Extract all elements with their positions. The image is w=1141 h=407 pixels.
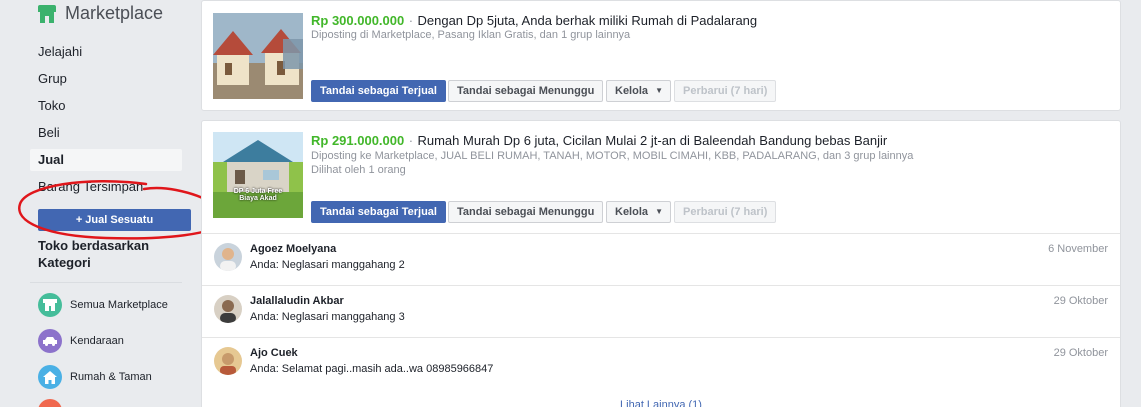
listing-views: Dilihat oleh 1 orang — [311, 164, 406, 176]
page-title: Marketplace — [65, 3, 164, 23]
message-date: 29 Oktober — [1053, 347, 1108, 359]
categories-heading: Toko berdasarkan Kategori — [38, 238, 150, 270]
message-row[interactable]: Agoez Moelyana Anda: Neglasari manggahan… — [202, 233, 1120, 285]
message-preview: Anda: Selamat pagi..masih ada..wa 089859… — [250, 363, 494, 375]
nav-item-jual[interactable]: Jual — [30, 149, 182, 171]
listing-card: DP 6 Juta Free Biaya Akad Rp 291.000.000… — [201, 120, 1121, 407]
manage-label: Kelola — [615, 206, 649, 218]
listing-card: Rp 300.000.000 · Dengan Dp 5juta, Anda b… — [201, 0, 1121, 111]
listing-thumbnail[interactable] — [213, 13, 303, 99]
avatar — [214, 295, 242, 323]
renew-button[interactable]: Perbarui (7 hari) — [674, 80, 777, 102]
nav-item-beli[interactable]: Beli — [30, 122, 182, 144]
listing-price: Rp 291.000.000 — [311, 133, 405, 148]
see-more-link[interactable]: Lihat Lainnya (1) — [202, 399, 1120, 407]
message-preview: Anda: Neglasari manggahang 3 — [250, 311, 405, 323]
manage-label: Kelola — [615, 85, 649, 97]
listing-heading: Rp 291.000.000 · Rumah Murah Dp 6 juta, … — [311, 132, 887, 150]
separator: · — [408, 13, 414, 28]
category-icon — [38, 399, 62, 407]
sender-name: Jalallaludin Akbar — [250, 295, 344, 307]
avatar — [214, 243, 242, 271]
category-kendaraan[interactable]: Kendaraan — [38, 328, 124, 354]
listing-thumbnail[interactable]: DP 6 Juta Free Biaya Akad — [213, 132, 303, 218]
message-date: 6 November — [1048, 243, 1108, 255]
mark-sold-button[interactable]: Tandai sebagai Terjual — [311, 80, 446, 102]
listing-heading: Rp 300.000.000 · Dengan Dp 5juta, Anda b… — [311, 12, 757, 30]
sidebar-divider — [30, 282, 182, 283]
mark-pending-button[interactable]: Tandai sebagai Menunggu — [448, 80, 604, 102]
message-preview: Anda: Neglasari manggahang 2 — [250, 259, 405, 271]
message-date: 29 Oktober — [1053, 295, 1108, 307]
car-icon — [38, 329, 62, 353]
category-more[interactable] — [38, 398, 70, 407]
category-label: Kendaraan — [70, 335, 124, 347]
mark-sold-button[interactable]: Tandai sebagai Terjual — [311, 201, 446, 223]
marketplace-header[interactable]: Marketplace — [38, 3, 163, 24]
separator: · — [408, 133, 414, 148]
category-label: Semua Marketplace — [70, 299, 168, 311]
manage-dropdown[interactable]: Kelola ▼ — [606, 80, 672, 102]
nav-item-barang-tersimpan[interactable]: Barang Tersimpan — [30, 176, 182, 198]
message-row[interactable]: Ajo Cuek Anda: Selamat pagi..masih ada..… — [202, 337, 1120, 389]
mark-pending-button[interactable]: Tandai sebagai Menunggu — [448, 201, 604, 223]
category-rumah-taman[interactable]: Rumah & Taman — [38, 364, 152, 390]
sender-name: Ajo Cuek — [250, 347, 298, 359]
caret-down-icon: ▼ — [655, 207, 664, 216]
nav-item-jelajahi[interactable]: Jelajahi — [30, 41, 182, 63]
sender-name: Agoez Moelyana — [250, 243, 337, 255]
avatar — [214, 347, 242, 375]
renew-button[interactable]: Perbarui (7 hari) — [674, 201, 777, 223]
nav-item-toko[interactable]: Toko — [30, 95, 182, 117]
listing-price: Rp 300.000.000 — [311, 13, 405, 28]
sell-something-button[interactable]: + Jual Sesuatu — [38, 209, 191, 231]
thumbnail-caption: DP 6 Juta Free Biaya Akad — [233, 188, 283, 202]
manage-dropdown[interactable]: Kelola ▼ — [606, 201, 672, 223]
house-icon — [38, 365, 62, 389]
listing-title[interactable]: Rumah Murah Dp 6 juta, Cicilan Mulai 2 j… — [417, 133, 887, 148]
listing-meta: Diposting ke Marketplace, JUAL BELI RUMA… — [311, 150, 914, 162]
message-row[interactable]: Jalallaludin Akbar Anda: Neglasari mangg… — [202, 285, 1120, 337]
sidebar: Marketplace Jelajahi Grup Toko Beli Jual… — [0, 0, 224, 407]
caret-down-icon: ▼ — [655, 86, 664, 95]
category-label: Rumah & Taman — [70, 371, 152, 383]
listing-title[interactable]: Dengan Dp 5juta, Anda berhak miliki Ruma… — [417, 13, 757, 28]
storefront-icon — [38, 293, 62, 317]
nav-item-grup[interactable]: Grup — [30, 68, 182, 90]
category-semua-marketplace[interactable]: Semua Marketplace — [38, 292, 168, 318]
storefront-icon — [38, 4, 56, 23]
listing-meta: Diposting di Marketplace, Pasang Iklan G… — [311, 29, 631, 41]
